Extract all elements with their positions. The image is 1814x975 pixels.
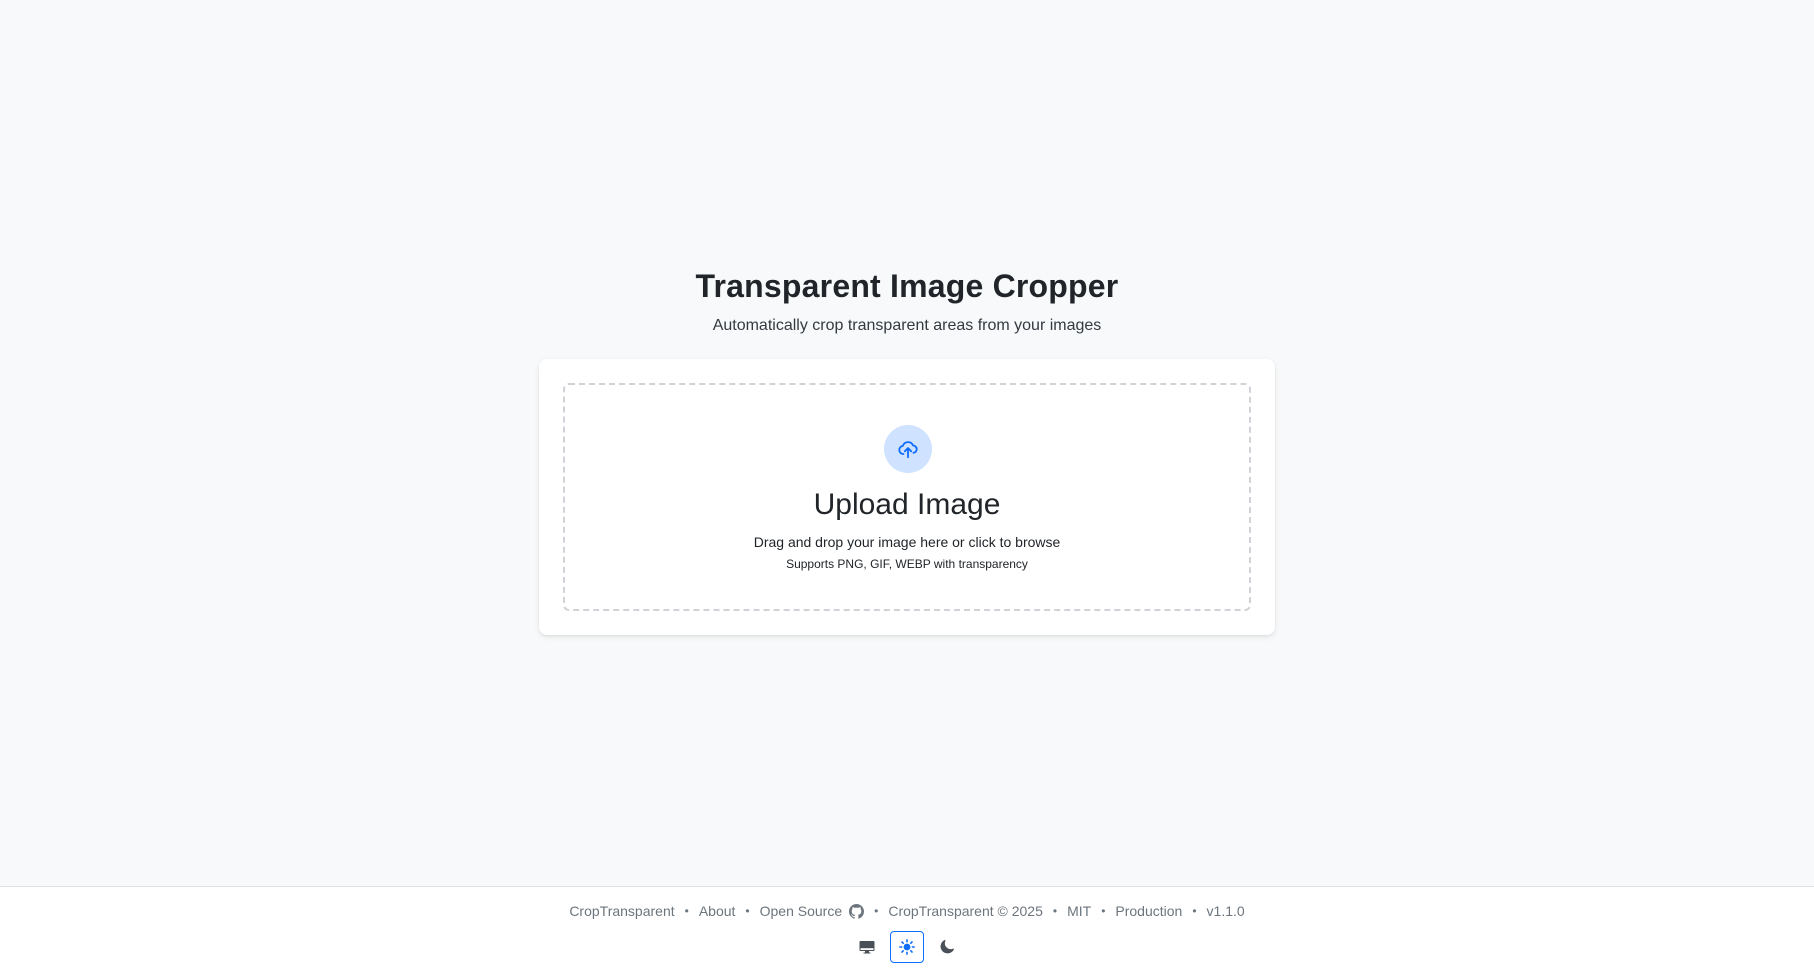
footer-license-link[interactable]: MIT xyxy=(1067,901,1091,921)
footer-version: v1.1.0 xyxy=(1206,903,1245,919)
theme-dark-button[interactable] xyxy=(930,931,964,963)
footer-open-source-link[interactable]: Open Source xyxy=(760,901,865,921)
moon-icon xyxy=(940,940,954,954)
open-source-label: Open Source xyxy=(759,903,843,919)
page-title: Transparent Image Cropper xyxy=(695,268,1119,304)
sun-icon xyxy=(899,939,915,955)
footer-separator: • xyxy=(1192,904,1197,918)
footer-separator: • xyxy=(745,904,750,918)
footer-separator: • xyxy=(684,904,689,918)
upload-heading: Upload Image xyxy=(813,488,1001,521)
cloud-upload-icon xyxy=(884,425,932,473)
footer-separator: • xyxy=(874,904,879,918)
hero: Transparent Image Cropper Automatically … xyxy=(0,266,1814,336)
footer-environment: Production xyxy=(1115,903,1183,919)
footer-brand-link[interactable]: CropTransparent xyxy=(569,901,674,921)
upload-description: Drag and drop your image here or click t… xyxy=(753,534,1061,550)
monitor-icon xyxy=(859,939,875,955)
footer: CropTransparent • About • Open Source • … xyxy=(0,886,1814,975)
theme-light-button[interactable] xyxy=(890,931,924,963)
theme-switcher xyxy=(0,931,1814,963)
theme-system-button[interactable] xyxy=(850,931,884,963)
page-subtitle: Automatically crop transparent areas fro… xyxy=(712,317,1102,334)
footer-separator: • xyxy=(1052,904,1058,918)
upload-card: Upload Image Drag and drop your image he… xyxy=(539,359,1275,635)
supported-formats: Supports PNG, GIF, WEBP with transparenc… xyxy=(786,557,1028,571)
footer-about-link[interactable]: About xyxy=(699,901,736,921)
upload-dropzone[interactable]: Upload Image Drag and drop your image he… xyxy=(563,383,1251,611)
footer-copyright: CropTransparent © 2025 xyxy=(888,903,1043,919)
page: Transparent Image Cropper Automatically … xyxy=(0,0,1814,975)
github-icon xyxy=(849,903,865,919)
footer-links: CropTransparent • About • Open Source • … xyxy=(0,901,1814,921)
footer-separator: • xyxy=(1101,904,1106,918)
